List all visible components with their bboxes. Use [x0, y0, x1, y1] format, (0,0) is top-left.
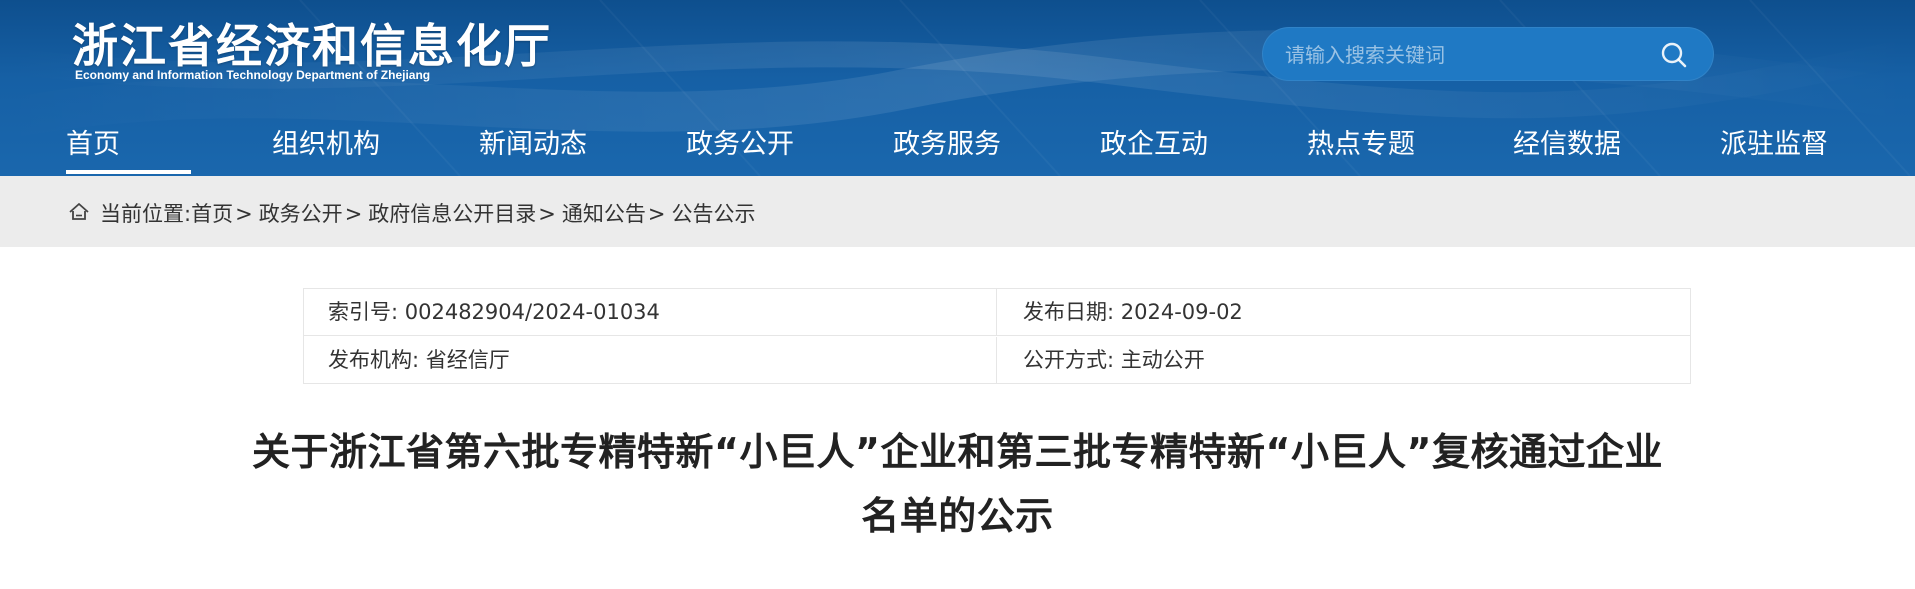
search-box [1262, 27, 1714, 82]
breadcrumb-separator: > [235, 202, 253, 226]
breadcrumb-item-notices[interactable]: 通知公告 [562, 202, 646, 226]
index-number: 索引号: 002482904/2024-01034 [304, 289, 997, 336]
site-header: 浙江省经济和信息化厅 Economy and Information Techn… [0, 0, 1915, 176]
breadcrumb-separator: > [647, 202, 666, 226]
breadcrumb-item-info-catalog[interactable]: 政府信息公开目录 [368, 202, 536, 226]
nav-item-home[interactable]: 首页 [66, 122, 120, 176]
article-title-line-2: 名单的公示 [861, 494, 1054, 538]
search-input[interactable] [1285, 28, 1645, 82]
breadcrumb-prefix: 当前位置: [100, 202, 192, 226]
breadcrumb-trail: 当前位置:首页> 政务公开> 政府信息公开目录> 通知公告> 公告公示 [100, 198, 756, 228]
site-title[interactable]: 浙江省经济和信息化厅 [72, 10, 552, 76]
nav-active-indicator [66, 170, 191, 174]
nav-item-data[interactable]: 经信数据 [1513, 122, 1621, 176]
breadcrumb-separator: > [344, 202, 363, 226]
breadcrumb-item-announcements[interactable]: 公告公示 [672, 202, 756, 226]
nav-item-organization[interactable]: 组织机构 [272, 122, 380, 176]
nav-item-topics[interactable]: 热点专题 [1307, 122, 1415, 176]
nav-item-interaction[interactable]: 政企互动 [1100, 122, 1208, 176]
home-icon [69, 203, 89, 220]
publisher: 发布机构: 省经信厅 [304, 337, 997, 384]
nav-item-supervision[interactable]: 派驻监督 [1720, 122, 1828, 176]
search-icon[interactable] [1659, 40, 1689, 70]
breadcrumb-separator: > [538, 202, 556, 226]
breadcrumb: 当前位置:首页> 政务公开> 政府信息公开目录> 通知公告> 公告公示 [0, 176, 1915, 247]
nav-item-news[interactable]: 新闻动态 [479, 122, 587, 176]
document-info-table: 索引号: 002482904/2024-01034 发布日期: 2024-09-… [303, 288, 1691, 384]
article-title-line-1: 关于浙江省第六批专精特新“小巨人”企业和第三批专精特新“小巨人”复核通过企业 [252, 430, 1663, 474]
site-subtitle: Economy and Information Technology Depar… [75, 68, 431, 82]
breadcrumb-item-home[interactable]: 首页 [191, 202, 233, 226]
info-row: 索引号: 002482904/2024-01034 发布日期: 2024-09-… [304, 289, 1690, 336]
disclosure-method: 公开方式: 主动公开 [1023, 348, 1205, 372]
main-nav: 首页 组织机构 新闻动态 政务公开 政务服务 政企互动 热点专题 经信数据 派驻… [0, 118, 1915, 176]
breadcrumb-item-government-affairs[interactable]: 政务公开 [259, 202, 343, 226]
article-title: 关于浙江省第六批专精特新“小巨人”企业和第三批专精特新“小巨人”复核通过企业 名… [200, 420, 1715, 548]
publish-date: 发布日期: 2024-09-02 [1023, 300, 1243, 324]
info-row: 发布机构: 省经信厅 公开方式: 主动公开 [304, 337, 1690, 384]
nav-item-services[interactable]: 政务服务 [893, 122, 1001, 176]
nav-item-government-affairs[interactable]: 政务公开 [686, 122, 794, 176]
